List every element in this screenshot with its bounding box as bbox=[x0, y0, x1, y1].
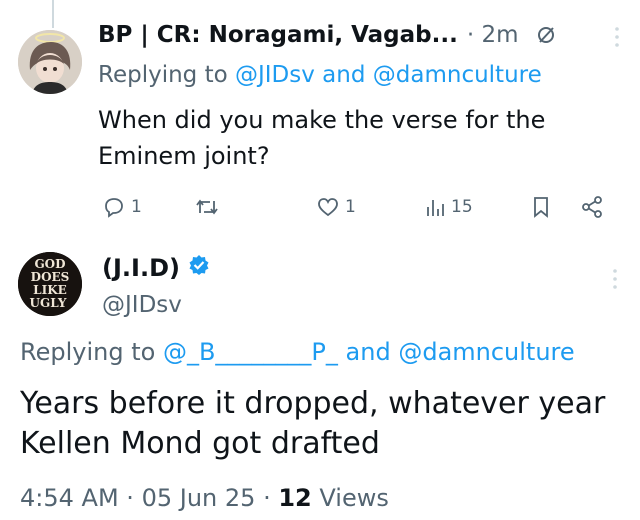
avatar[interactable] bbox=[18, 30, 82, 94]
views-count: 12 bbox=[278, 484, 312, 512]
timestamp[interactable]: · 2m bbox=[467, 22, 519, 48]
replying-prefix: Replying to bbox=[20, 338, 156, 366]
main-tweet[interactable]: GOD DOES LIKE UGLY (J.I.D) @JIDsv Replyi… bbox=[0, 240, 640, 520]
replying-to: Replying to @JIDsv and @damnculture bbox=[98, 62, 542, 88]
reply-count: 1 bbox=[131, 197, 142, 217]
more-icon[interactable] bbox=[612, 268, 618, 294]
tweet-header: BP | CR: Noragami, Vagab... · 2m bbox=[98, 22, 628, 58]
avatar-text: LIKE bbox=[33, 283, 67, 297]
like-icon bbox=[316, 196, 340, 218]
views-label: Views bbox=[319, 484, 389, 512]
tweet-text: When did you make the verse for the Emin… bbox=[98, 106, 546, 170]
avatar[interactable]: GOD DOES LIKE UGLY bbox=[18, 252, 82, 316]
share-button[interactable] bbox=[580, 192, 604, 222]
timestamp-value: 2m bbox=[481, 22, 519, 48]
avatar-text: UGLY bbox=[30, 296, 67, 310]
bookmark-button[interactable] bbox=[530, 192, 552, 222]
replying-prefix: Replying to bbox=[98, 62, 228, 88]
mention-link[interactable]: @JIDsv bbox=[235, 62, 315, 88]
and-word: and bbox=[322, 62, 366, 88]
separator: · bbox=[126, 484, 134, 512]
share-icon bbox=[580, 195, 604, 219]
mention-link[interactable]: @damnculture bbox=[398, 338, 574, 366]
tweet-text: Years before it dropped, whatever year K… bbox=[20, 386, 606, 461]
separator: · bbox=[263, 484, 271, 512]
mute-icon bbox=[536, 25, 556, 49]
and-word: and bbox=[345, 338, 391, 366]
reply-tweet[interactable]: BP | CR: Noragami, Vagab... · 2m Replyin… bbox=[0, 0, 640, 240]
mention-link[interactable]: @_B________P_ bbox=[163, 338, 338, 366]
display-name[interactable]: (J.I.D) bbox=[102, 254, 180, 282]
more-icon[interactable] bbox=[614, 26, 620, 52]
tweet-meta: 4:54 AM · 05 Jun 25 · 12 Views bbox=[20, 484, 389, 512]
user-handle[interactable]: @JIDsv bbox=[102, 292, 182, 318]
like-button[interactable]: 1 bbox=[316, 192, 356, 222]
views-button[interactable]: 15 bbox=[424, 192, 473, 222]
action-bar: 1 1 15 bbox=[98, 192, 618, 222]
replying-to: Replying to @_B________P_ and @damncultu… bbox=[20, 338, 575, 366]
mention-link[interactable]: @damnculture bbox=[373, 62, 542, 88]
tweet-time[interactable]: 4:54 AM bbox=[20, 484, 119, 512]
display-name[interactable]: BP | CR: Noragami, Vagab... bbox=[98, 22, 458, 48]
tweet-date[interactable]: 05 Jun 25 bbox=[142, 484, 256, 512]
verified-icon bbox=[188, 254, 210, 282]
display-name-row: (J.I.D) bbox=[102, 254, 210, 282]
avatar-text: GOD bbox=[34, 257, 65, 271]
views-count: 15 bbox=[451, 197, 473, 217]
reply-button[interactable]: 1 bbox=[102, 192, 142, 222]
repost-button[interactable] bbox=[194, 192, 225, 222]
reply-icon bbox=[102, 195, 126, 219]
avatar-text: DOES bbox=[31, 270, 70, 284]
bookmark-icon bbox=[530, 195, 552, 219]
views-icon bbox=[424, 196, 446, 218]
repost-icon bbox=[194, 195, 220, 219]
like-count: 1 bbox=[345, 197, 356, 217]
